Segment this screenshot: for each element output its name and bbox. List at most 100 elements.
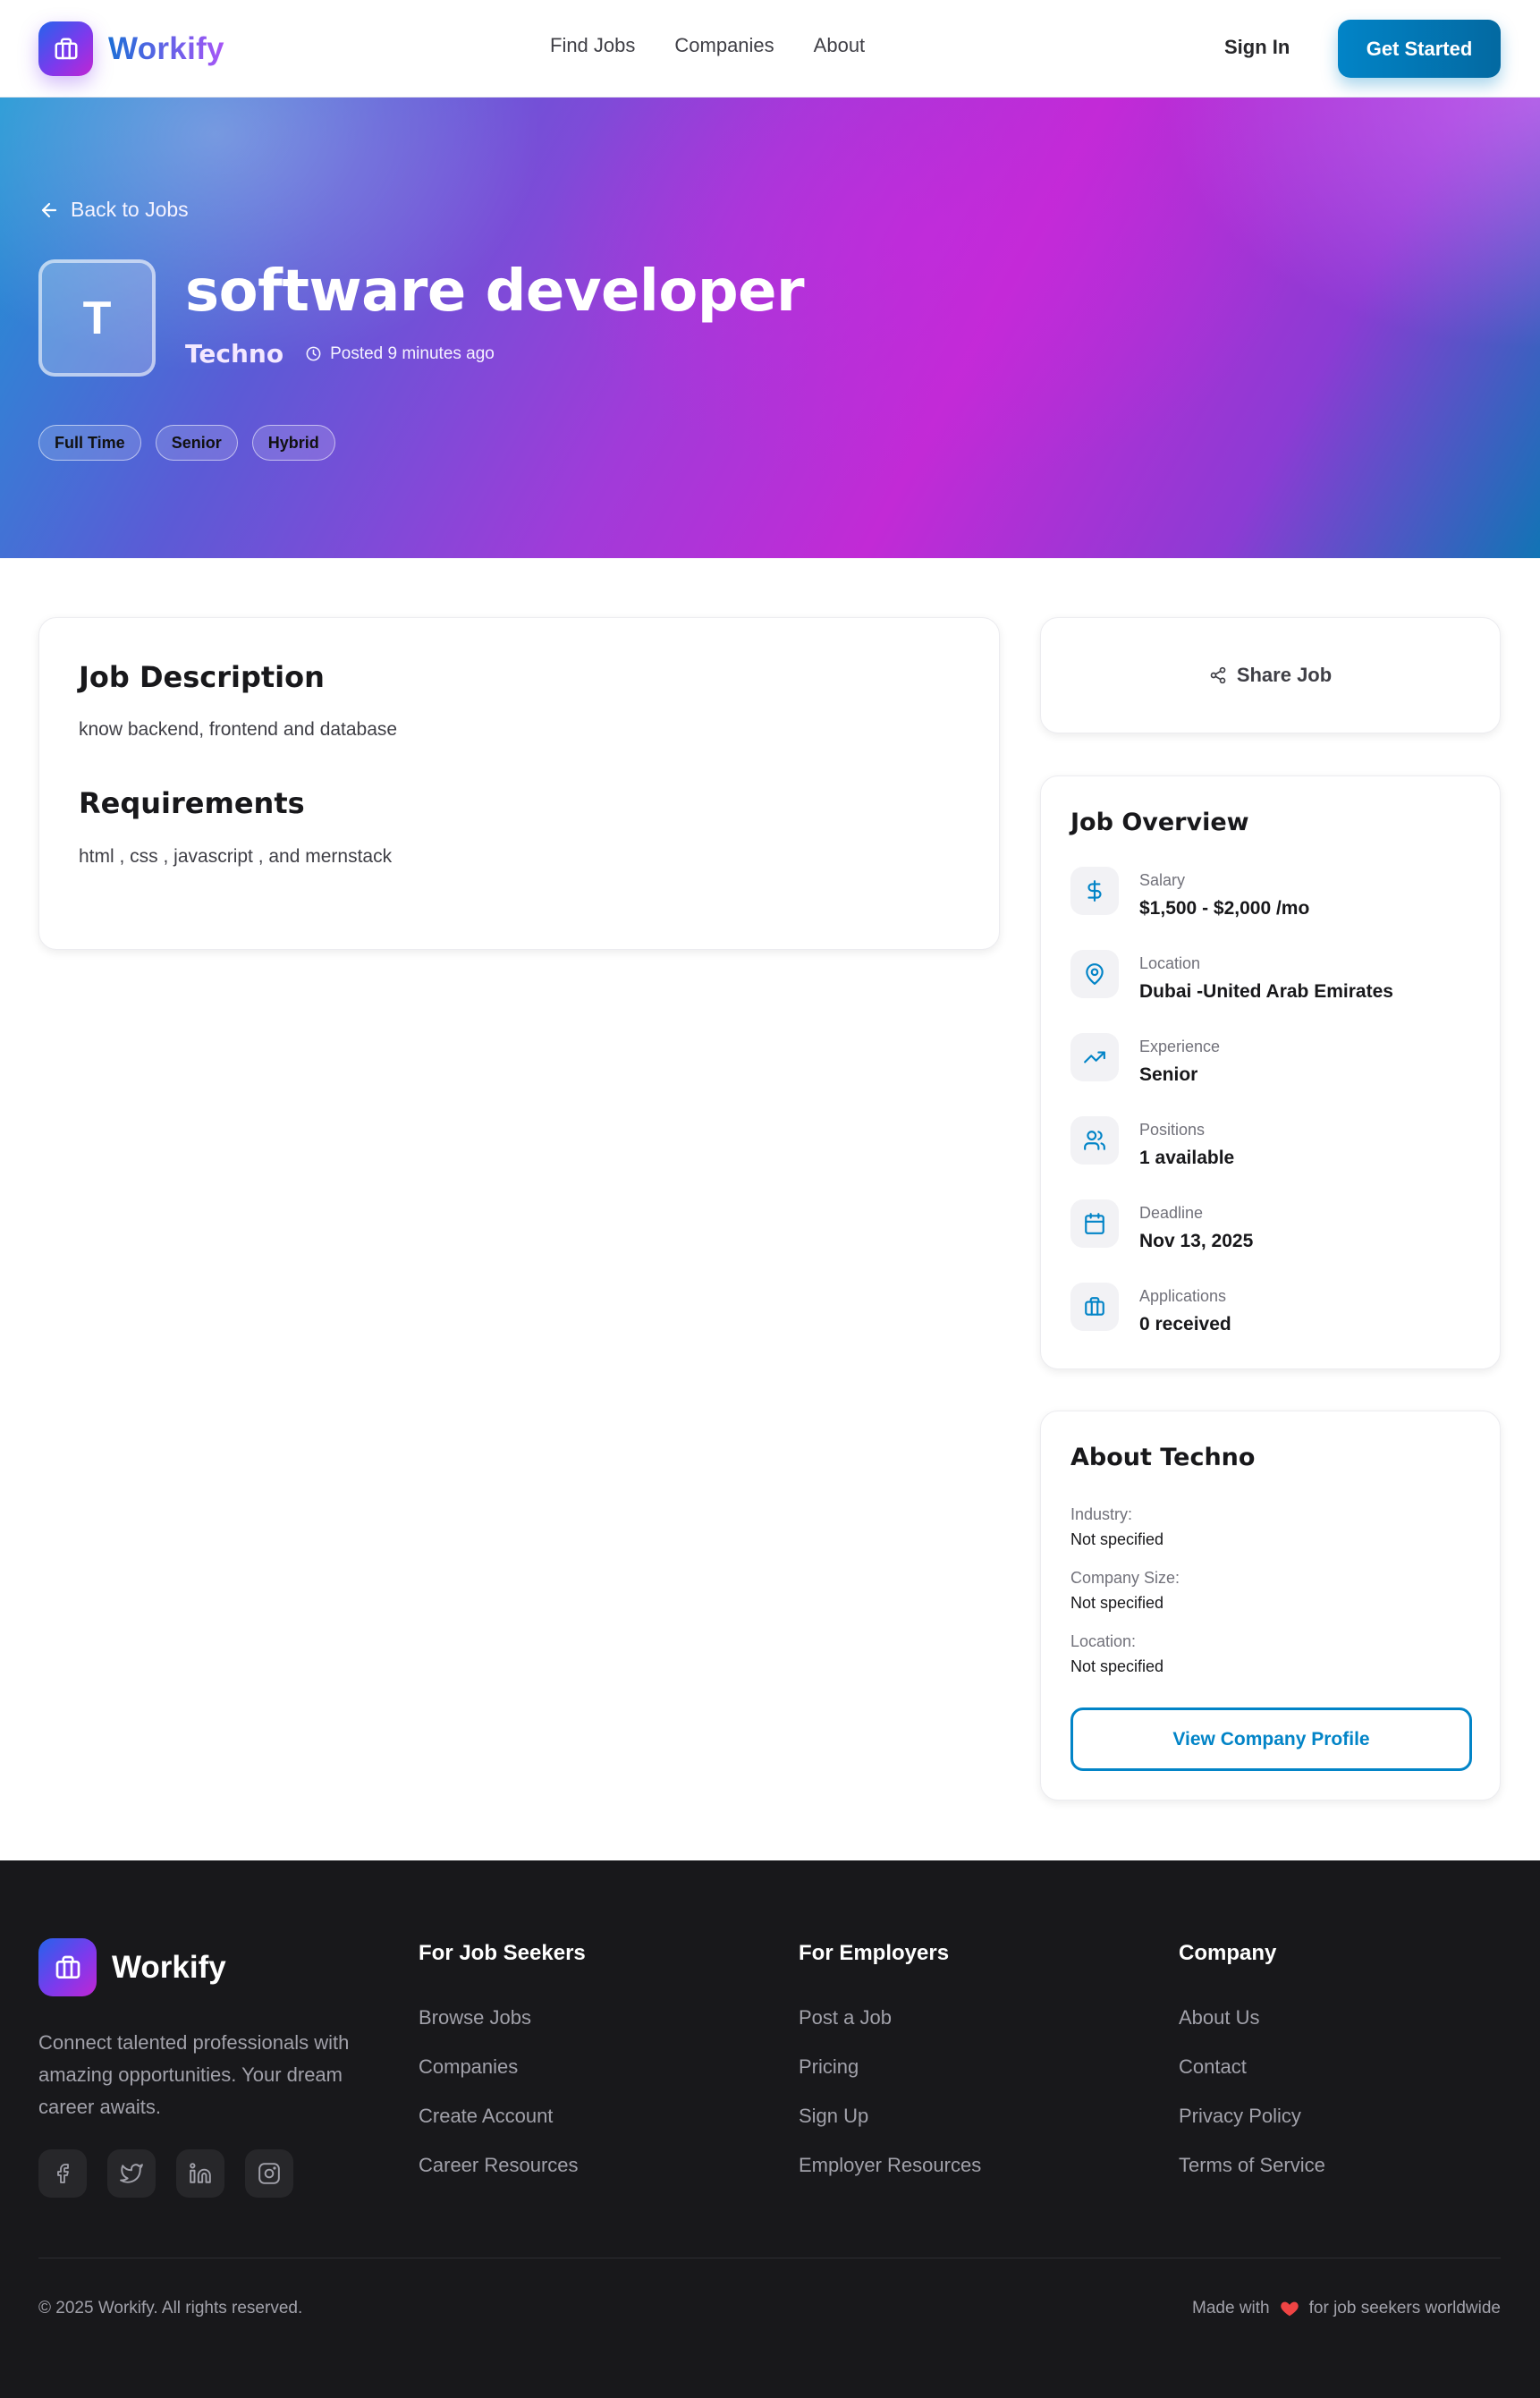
about-company-card: About Techno Industry: Not specified Com…: [1040, 1411, 1501, 1801]
about-key: Company Size:: [1070, 1569, 1180, 1587]
footer-link[interactable]: Employer Resources: [799, 2154, 981, 2203]
footer-column-heading: For Employers: [799, 1941, 950, 1965]
overview-value: Senior: [1139, 1064, 1198, 1085]
footer-column-employers: For Employers Post a Job Pricing Sign Up…: [799, 1941, 981, 2203]
made-with-note: Made with for job seekers worldwide: [1192, 2299, 1501, 2318]
footer-tagline: Connect talented professionals with amaz…: [38, 2031, 350, 2118]
overview-value: 0 received: [1139, 1314, 1231, 1335]
briefcase-icon: [38, 1938, 97, 1996]
posted-time: Posted 9 minutes ago: [305, 344, 495, 364]
made-with-prefix: Made with: [1192, 2299, 1270, 2318]
overview-location: Location Dubai -United Arab Emirates: [1070, 950, 1393, 1003]
back-to-jobs-link[interactable]: Back to Jobs: [38, 198, 189, 222]
footer-column-heading: Company: [1179, 1941, 1277, 1965]
overview-positions: Positions 1 available: [1070, 1116, 1234, 1169]
overview-applications: Applications 0 received: [1070, 1283, 1231, 1335]
footer-link[interactable]: Terms of Service: [1179, 2154, 1325, 2203]
heart-icon: [1280, 2301, 1299, 2317]
clock-icon: [306, 346, 321, 361]
footer-link[interactable]: Post a Job: [799, 2006, 981, 2055]
overview-value: $1,500 - $2,000 /mo: [1139, 898, 1310, 919]
sign-in-link[interactable]: Sign In: [1224, 36, 1290, 59]
facebook-icon[interactable]: [38, 2149, 87, 2198]
nav-link-companies[interactable]: Companies: [674, 34, 774, 57]
about-key: Industry:: [1070, 1505, 1133, 1523]
overview-label: Experience: [1139, 1038, 1221, 1055]
trending-up-icon: [1070, 1033, 1119, 1081]
overview-heading: Job Overview: [1070, 809, 1249, 836]
about-value: Not specified: [1070, 1594, 1164, 1612]
footer-link[interactable]: Pricing: [799, 2055, 981, 2105]
overview-salary: Salary $1,500 - $2,000 /mo: [1070, 867, 1309, 919]
briefcase-icon: [38, 21, 93, 76]
calendar-icon: [1070, 1199, 1119, 1248]
footer-link[interactable]: Career Resources: [419, 2154, 586, 2203]
overview-label: Positions: [1139, 1121, 1206, 1139]
footer-link[interactable]: Sign Up: [799, 2105, 981, 2154]
social-links: [38, 2149, 293, 2198]
footer-brand[interactable]: Workify: [38, 1938, 226, 1996]
job-tags: Full Time Senior Hybrid: [38, 425, 335, 461]
footer-brand-name: Workify: [112, 1949, 226, 1985]
about-industry: Industry: Not specified: [1070, 1505, 1163, 1549]
copyright: © 2025 Workify. All rights reserved.: [38, 2299, 303, 2318]
overview-value: Dubai -United Arab Emirates: [1139, 981, 1393, 1002]
overview-label: Location: [1139, 954, 1201, 972]
nav-link-find-jobs[interactable]: Find Jobs: [550, 34, 635, 57]
about-heading: About Techno: [1070, 1444, 1256, 1471]
share-icon: [1210, 666, 1226, 684]
users-icon: [1070, 1116, 1119, 1165]
overview-experience: Experience Senior: [1070, 1033, 1220, 1086]
top-nav: Workify Find Jobs Companies About Sign I…: [0, 0, 1540, 97]
footer-column-heading: For Job Seekers: [419, 1941, 586, 1965]
requirements-text: html , css , javascript , and mernstack: [79, 846, 393, 867]
made-with-suffix: for job seekers worldwide: [1308, 2299, 1501, 2318]
share-job-label: Share Job: [1236, 664, 1333, 686]
job-hero: Back to Jobs T software developer Techno…: [0, 97, 1540, 558]
about-value: Not specified: [1070, 1530, 1164, 1548]
tag-employment-type: Full Time: [38, 425, 141, 461]
footer-column-job-seekers: For Job Seekers Browse Jobs Companies Cr…: [419, 1941, 586, 2203]
job-overview-card: Job Overview Salary $1,500 - $2,000 /mo …: [1040, 775, 1501, 1369]
about-value: Not specified: [1070, 1657, 1164, 1675]
footer-link[interactable]: Contact: [1179, 2055, 1325, 2105]
tag-work-mode: Hybrid: [251, 425, 335, 461]
job-title: software developer: [185, 258, 805, 325]
share-job-button[interactable]: Share Job: [1209, 664, 1332, 687]
overview-label: Applications: [1139, 1287, 1227, 1305]
linkedin-icon[interactable]: [176, 2149, 224, 2198]
footer-link[interactable]: Browse Jobs: [419, 2006, 586, 2055]
nav-link-about[interactable]: About: [814, 34, 866, 57]
view-company-profile-button[interactable]: View Company Profile: [1070, 1707, 1472, 1771]
requirements-heading: Requirements: [79, 786, 305, 820]
about-key: Location:: [1070, 1632, 1137, 1650]
company-line: Techno Posted 9 minutes ago: [185, 339, 495, 369]
footer-link[interactable]: Privacy Policy: [1179, 2105, 1325, 2154]
footer-column-company: Company About Us Contact Privacy Policy …: [1179, 1941, 1325, 2203]
briefcase-icon: [1070, 1283, 1119, 1331]
map-pin-icon: [1070, 950, 1119, 998]
get-started-button[interactable]: Get Started: [1338, 20, 1501, 78]
brand-name: Workify: [108, 30, 224, 66]
footer-link[interactable]: About Us: [1179, 2006, 1325, 2055]
description-heading: Job Description: [79, 660, 325, 694]
arrow-left-icon: [41, 202, 57, 217]
twitter-icon[interactable]: [107, 2149, 156, 2198]
overview-value: 1 available: [1139, 1148, 1235, 1168]
footer-link[interactable]: Create Account: [419, 2105, 586, 2154]
about-company-size: Company Size: Not specified: [1070, 1569, 1180, 1613]
company-name[interactable]: Techno: [185, 339, 283, 369]
dollar-icon: [1070, 867, 1119, 915]
overview-label: Salary: [1139, 871, 1186, 889]
description-text: know backend, frontend and database: [79, 719, 398, 740]
back-to-jobs-label: Back to Jobs: [71, 198, 189, 221]
overview-label: Deadline: [1139, 1204, 1204, 1222]
brand-logo[interactable]: Workify: [38, 21, 224, 76]
job-description-card: Job Description know backend, frontend a…: [38, 617, 1000, 950]
share-card: Share Job: [1040, 617, 1501, 733]
posted-label: Posted 9 minutes ago: [330, 343, 495, 363]
instagram-icon[interactable]: [245, 2149, 293, 2198]
footer-link[interactable]: Companies: [419, 2055, 586, 2105]
tag-seniority: Senior: [155, 425, 238, 461]
overview-value: Nov 13, 2025: [1139, 1231, 1254, 1251]
